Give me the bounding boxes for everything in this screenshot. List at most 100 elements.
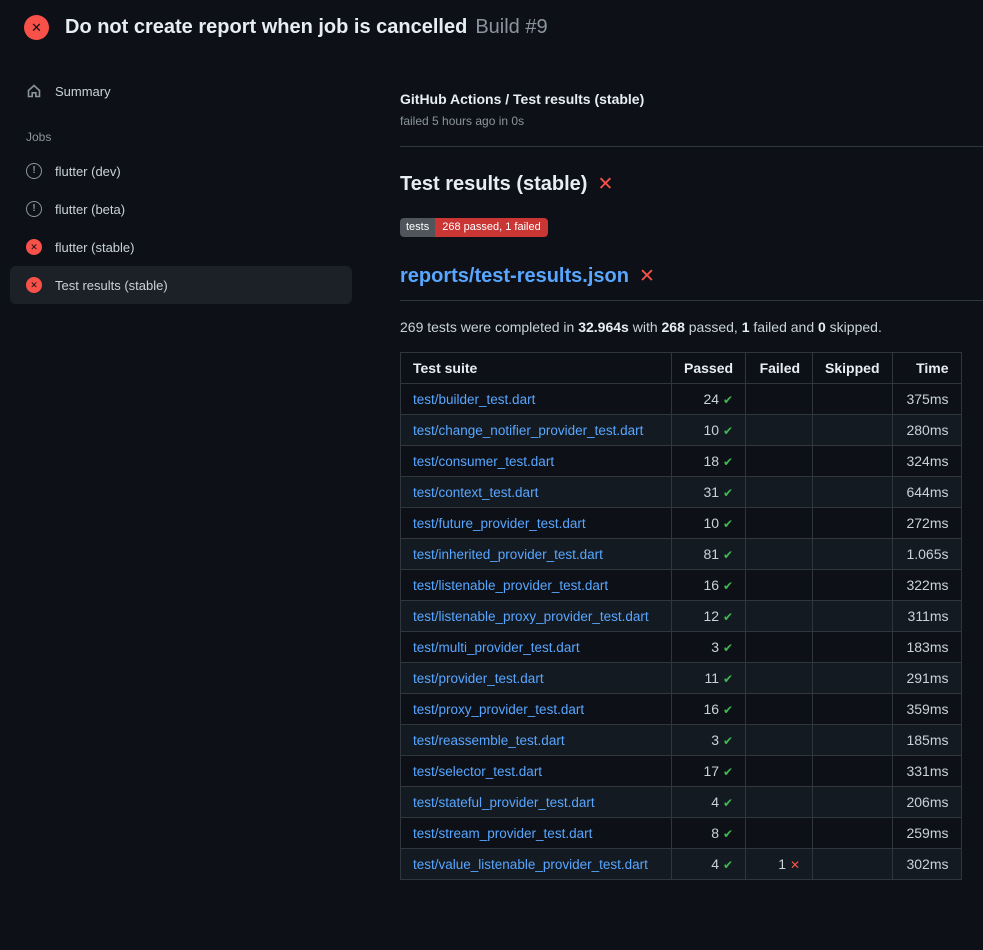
section-heading: Test results (stable) ✕ — [400, 173, 983, 196]
time-cell: 291ms — [892, 663, 961, 694]
check-icon: ✔ — [723, 765, 733, 779]
summary-text: with — [629, 319, 662, 335]
time-cell: 1.065s — [892, 539, 961, 570]
check-icon: ✔ — [723, 641, 733, 655]
table-row: test/proxy_provider_test.dart16 ✔359ms — [401, 694, 962, 725]
sidebar-item-flutter-dev[interactable]: ! flutter (dev) — [10, 152, 352, 190]
test-suite-link[interactable]: test/listenable_provider_test.dart — [413, 578, 608, 593]
sidebar-item-label: flutter (dev) — [55, 164, 121, 179]
skipped-cell — [813, 787, 892, 818]
table-row: test/builder_test.dart24 ✔375ms — [401, 384, 962, 415]
skipped-cell — [813, 446, 892, 477]
test-suite-link[interactable]: test/context_test.dart — [413, 485, 538, 500]
results-table-body: test/builder_test.dart24 ✔375ms test/chan… — [401, 384, 962, 880]
check-icon: ✔ — [723, 579, 733, 593]
suite-cell: test/proxy_provider_test.dart — [401, 694, 672, 725]
test-suite-link[interactable]: test/listenable_proxy_provider_test.dart — [413, 609, 649, 624]
failed-cell — [746, 508, 813, 539]
sidebar-item-summary[interactable]: Summary — [10, 72, 352, 110]
breadcrumb: GitHub Actions / Test results (stable) — [400, 91, 983, 107]
skipped-cell — [813, 694, 892, 725]
summary-line: 269 tests were completed in 32.964s with… — [400, 319, 983, 335]
test-suite-link[interactable]: test/provider_test.dart — [413, 671, 544, 686]
passed-cell: 16 ✔ — [672, 570, 746, 601]
failed-cell — [746, 384, 813, 415]
failed-cell — [746, 477, 813, 508]
jobs-heading: Jobs — [10, 110, 390, 152]
badge-value: 268 passed, 1 failed — [435, 218, 547, 237]
check-icon: ✔ — [723, 796, 733, 810]
failed-status-icon: ✕ — [26, 277, 42, 293]
check-icon: ✔ — [723, 827, 733, 841]
test-suite-link[interactable]: test/stream_provider_test.dart — [413, 826, 592, 841]
passed-cell: 8 ✔ — [672, 818, 746, 849]
test-suite-link[interactable]: test/inherited_provider_test.dart — [413, 547, 603, 562]
x-icon: ✕ — [790, 858, 800, 872]
sidebar-item-flutter-stable[interactable]: ✕ flutter (stable) — [10, 228, 352, 266]
test-suite-link[interactable]: test/change_notifier_provider_test.dart — [413, 423, 643, 438]
time-cell: 331ms — [892, 756, 961, 787]
time-cell: 280ms — [892, 415, 961, 446]
passed-cell: 3 ✔ — [672, 632, 746, 663]
table-row: test/context_test.dart31 ✔644ms — [401, 477, 962, 508]
skipped-cell — [813, 508, 892, 539]
sidebar-item-label: flutter (stable) — [55, 240, 134, 255]
sidebar-item-label: Summary — [55, 84, 111, 99]
header-skipped: Skipped — [813, 353, 892, 384]
suite-cell: test/stream_provider_test.dart — [401, 818, 672, 849]
test-suite-link[interactable]: test/multi_provider_test.dart — [413, 640, 580, 655]
check-icon: ✔ — [723, 703, 733, 717]
table-row: test/consumer_test.dart18 ✔324ms — [401, 446, 962, 477]
skipped-cell — [813, 415, 892, 446]
test-suite-link[interactable]: test/consumer_test.dart — [413, 454, 554, 469]
check-icon: ✔ — [723, 517, 733, 531]
test-suite-link[interactable]: test/selector_test.dart — [413, 764, 542, 779]
summary-passed-count: 268 — [662, 319, 685, 335]
failed-cell — [746, 663, 813, 694]
time-cell: 183ms — [892, 632, 961, 663]
suite-cell: test/consumer_test.dart — [401, 446, 672, 477]
table-row: test/listenable_proxy_provider_test.dart… — [401, 601, 962, 632]
summary-text: failed and — [750, 319, 819, 335]
test-suite-link[interactable]: test/builder_test.dart — [413, 392, 535, 407]
table-header-row: Test suite Passed Failed Skipped Time — [401, 353, 962, 384]
time-cell: 359ms — [892, 694, 961, 725]
test-suite-link[interactable]: test/future_provider_test.dart — [413, 516, 586, 531]
time-cell: 259ms — [892, 818, 961, 849]
check-icon: ✔ — [723, 858, 733, 872]
build-title: Do not create report when job is cancell… — [65, 16, 467, 38]
results-table-head: Test suite Passed Failed Skipped Time — [401, 353, 962, 384]
results-table: Test suite Passed Failed Skipped Time te… — [400, 352, 962, 880]
passed-cell: 10 ✔ — [672, 415, 746, 446]
time-cell: 272ms — [892, 508, 961, 539]
failed-cell — [746, 570, 813, 601]
sidebar-item-test-results-stable[interactable]: ✕ Test results (stable) — [10, 266, 352, 304]
time-cell: 322ms — [892, 570, 961, 601]
failed-cell: 1 ✕ — [746, 849, 813, 880]
failed-cell — [746, 632, 813, 663]
skipped-cell — [813, 601, 892, 632]
time-cell: 311ms — [892, 601, 961, 632]
test-suite-link[interactable]: test/reassemble_test.dart — [413, 733, 565, 748]
check-icon: ✔ — [723, 486, 733, 500]
sidebar-item-label: flutter (beta) — [55, 202, 125, 217]
table-row: test/value_listenable_provider_test.dart… — [401, 849, 962, 880]
sidebar-item-label: Test results (stable) — [55, 278, 168, 293]
report-heading: reports/test-results.json ✕ — [400, 265, 983, 301]
build-title-group: Do not create report when job is cancell… — [65, 16, 548, 39]
home-icon — [26, 83, 42, 99]
section-heading-text: Test results (stable) — [400, 173, 587, 196]
test-suite-link[interactable]: test/proxy_provider_test.dart — [413, 702, 584, 717]
test-suite-link[interactable]: test/stateful_provider_test.dart — [413, 795, 595, 810]
suite-cell: test/inherited_provider_test.dart — [401, 539, 672, 570]
main-content: GitHub Actions / Test results (stable) f… — [400, 54, 983, 880]
sidebar-item-flutter-beta[interactable]: ! flutter (beta) — [10, 190, 352, 228]
suite-cell: test/change_notifier_provider_test.dart — [401, 415, 672, 446]
suite-cell: test/reassemble_test.dart — [401, 725, 672, 756]
check-icon: ✔ — [723, 393, 733, 407]
suite-cell: test/multi_provider_test.dart — [401, 632, 672, 663]
check-icon: ✔ — [723, 424, 733, 438]
test-suite-link[interactable]: test/value_listenable_provider_test.dart — [413, 857, 648, 872]
table-row: test/reassemble_test.dart3 ✔185ms — [401, 725, 962, 756]
report-file-link[interactable]: reports/test-results.json — [400, 265, 629, 288]
